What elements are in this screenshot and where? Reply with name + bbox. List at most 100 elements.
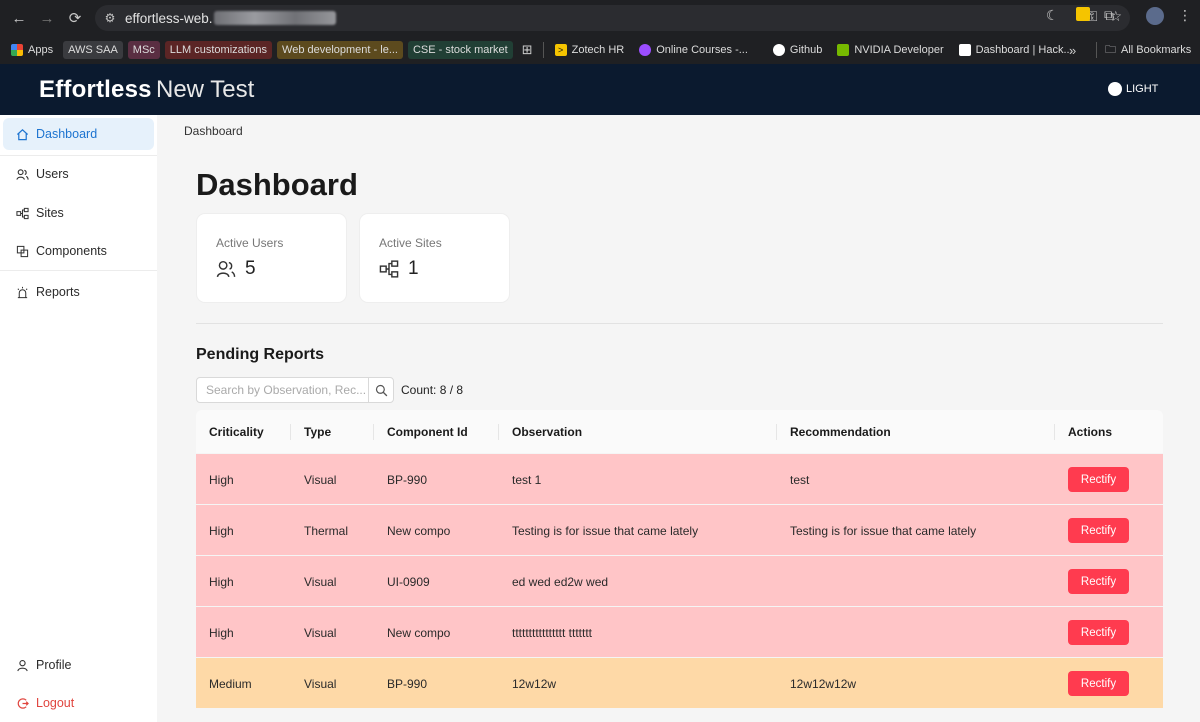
bookmark-label: Apps (28, 44, 54, 56)
sidebar-item-label: Dashboard (36, 127, 98, 141)
search-button[interactable] (368, 378, 393, 402)
sidebar-item-label: Reports (36, 285, 80, 299)
bookmark-divider (542, 42, 544, 58)
sidebar-item-dashboard[interactable]: Dashboard (3, 118, 154, 150)
cell-type: Visual (304, 677, 337, 691)
sidebar-item-profile[interactable]: Profile (3, 649, 154, 681)
sidebar-item-sites[interactable]: Sites (3, 197, 154, 229)
back-icon[interactable]: ← (8, 7, 30, 29)
bookmark-label: Github (789, 44, 823, 56)
column-header[interactable]: Criticality (209, 425, 264, 439)
address-bar[interactable]: ⚙ effortless-web. ⚿ ☆ (95, 5, 1130, 31)
sidebar-item-components[interactable]: Components (3, 235, 154, 267)
all-bookmarks[interactable]: 🗀 All Bookmarks (1100, 41, 1196, 59)
rectify-button[interactable]: Rectify (1068, 467, 1129, 492)
project-name: New Test (156, 76, 255, 103)
cell-component-id: New compo (387, 524, 451, 538)
sidebar-item-label: Users (36, 167, 69, 181)
cell-component-id: BP-990 (387, 677, 428, 691)
cell-type: Visual (304, 473, 337, 487)
bookmark-folder[interactable]: Web development - le... (277, 41, 403, 59)
cell-component-id: New compo (387, 626, 451, 640)
bookmark-folder[interactable]: LLM customizations (164, 41, 273, 59)
bookmark-label: Zotech HR (571, 44, 625, 56)
avatar[interactable] (1146, 7, 1164, 25)
table-row[interactable]: Medium Visual BP-990 12w12w 12w12w12w Re… (196, 657, 1163, 708)
search-box (196, 377, 394, 403)
theme-toggle[interactable]: LIGHT (1108, 82, 1158, 96)
bookmarks-bar: Apps AWS SAA MSc LLM customizations Web … (0, 36, 1200, 64)
cell-criticality: High (209, 626, 234, 640)
bookmark-label: MSc (132, 44, 155, 56)
puzzle-icon[interactable]: ⧉ (1104, 7, 1114, 24)
course-icon (639, 44, 652, 56)
url-redacted (213, 11, 336, 25)
page-title: Dashboard (196, 167, 358, 202)
table-row[interactable]: High Thermal New compo Testing is for is… (196, 504, 1163, 555)
brand-name: Effortless (39, 76, 152, 103)
sidebar-item-label: Profile (36, 658, 72, 672)
cell-type: Visual (304, 575, 337, 589)
site-settings-icon[interactable]: ⚙ (99, 7, 121, 29)
sites-icon (15, 206, 29, 220)
active-users-card: Active Users 5 (197, 214, 346, 302)
toggle-dot-icon (1108, 82, 1122, 96)
breadcrumb[interactable]: Dashboard (184, 124, 243, 138)
tab-groups-icon[interactable]: ⊞ (522, 42, 533, 58)
github-icon (772, 44, 785, 56)
home-icon (15, 127, 29, 141)
bookmark-label: Web development - le... (282, 44, 398, 56)
bookmark-apps[interactable]: Apps (6, 41, 58, 59)
column-header[interactable]: Recommendation (790, 425, 891, 439)
sidebar-item-users[interactable]: Users (3, 158, 154, 190)
search-input[interactable] (197, 378, 369, 402)
bookmark-divider (1096, 42, 1097, 58)
table-row[interactable]: High Visual BP-990 test 1 test Rectify (196, 453, 1163, 504)
cell-component-id: BP-990 (387, 473, 428, 487)
rectify-button[interactable]: Rectify (1068, 569, 1129, 594)
column-header[interactable]: Component Id (387, 425, 468, 439)
rectify-button[interactable]: Rectify (1068, 620, 1129, 645)
hackerrank-icon (958, 44, 971, 56)
column-header[interactable]: Type (304, 425, 331, 439)
sidebar-item-label: Sites (36, 206, 64, 220)
column-separator (498, 424, 499, 440)
bookmarks-overflow-icon[interactable]: » (1069, 43, 1076, 58)
bookmark-label: LLM customizations (169, 44, 268, 56)
stat-label: Active Users (216, 236, 284, 250)
url-text: effortless-web. (125, 10, 213, 26)
bookmark-link[interactable]: Github (768, 41, 827, 59)
apps-grid-icon (11, 44, 23, 56)
theme-label: LIGHT (1126, 83, 1159, 95)
cell-observation: test 1 (512, 473, 542, 487)
forward-icon[interactable]: → (36, 7, 58, 29)
components-icon (15, 244, 29, 258)
table-row[interactable]: High Visual UI-0909 ed wed ed2w wed Rect… (196, 555, 1163, 606)
extension-icon[interactable]: ☾ (1046, 7, 1059, 24)
table-header: Criticality Type Component Id Observatio… (196, 410, 1163, 453)
cell-observation: Testing is for issue that came lately (512, 524, 699, 538)
bookmark-link[interactable]: Online Courses -... (634, 41, 753, 59)
stat-label: Active Sites (379, 236, 442, 250)
sidebar-item-logout[interactable]: Logout (3, 687, 154, 719)
bookmark-folder[interactable]: CSE - stock market (407, 41, 513, 59)
bookmark-link[interactable]: Dashboard | Hack... (954, 41, 1078, 59)
bookmark-link[interactable]: > Zotech HR (550, 41, 630, 59)
stat-value: 1 (408, 258, 419, 279)
menu-kebab-icon[interactable]: ⋮ (1178, 7, 1192, 24)
pending-reports-title: Pending Reports (196, 346, 325, 363)
sidebar-item-reports[interactable]: Reports (3, 276, 154, 308)
cell-recommendation: test (790, 473, 810, 487)
column-separator (373, 424, 374, 440)
rectify-button[interactable]: Rectify (1068, 518, 1129, 543)
column-header[interactable]: Observation (512, 425, 582, 439)
bookmark-folder[interactable]: MSc (127, 41, 160, 59)
bookmark-link[interactable]: NVIDIA Developer (832, 41, 948, 59)
table-row[interactable]: High Visual New compo tttttttttttttttt t… (196, 606, 1163, 657)
reload-icon[interactable]: ⟳ (64, 7, 86, 29)
bookmark-folder[interactable]: AWS SAA (63, 41, 123, 59)
rectify-button[interactable]: Rectify (1068, 671, 1129, 696)
column-separator (290, 424, 291, 440)
extension-icon[interactable] (1076, 7, 1090, 21)
column-separator (776, 424, 777, 440)
